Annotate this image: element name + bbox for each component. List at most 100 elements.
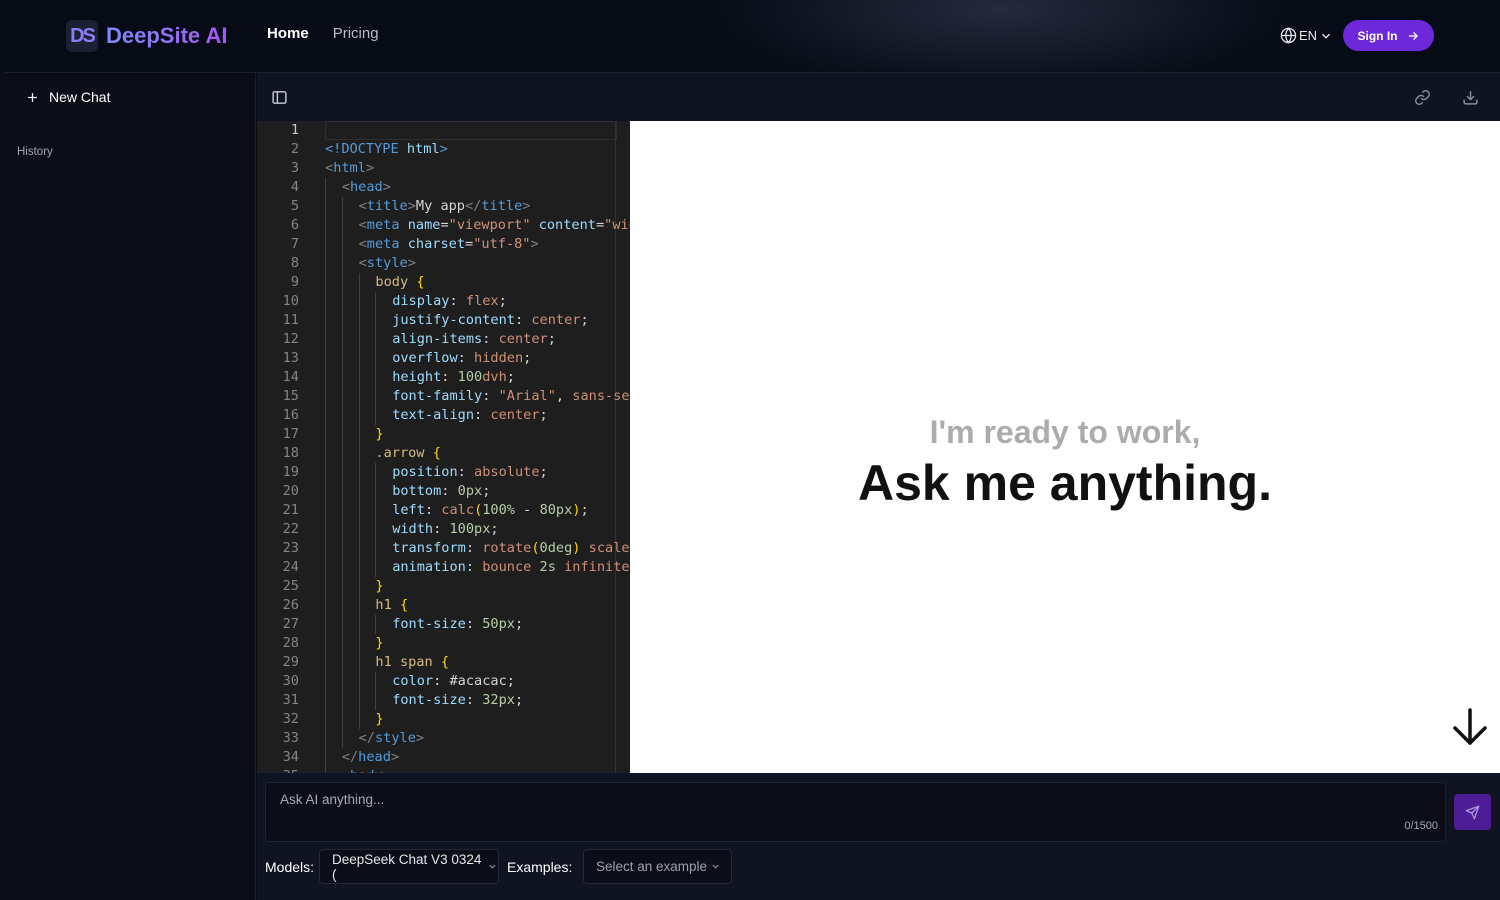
- code-line[interactable]: 9 body {: [257, 273, 630, 292]
- code-line[interactable]: 8 <style>: [257, 254, 630, 273]
- code-line[interactable]: 32}: [257, 710, 630, 729]
- indent-guide: [341, 330, 343, 349]
- code-line[interactable]: 25}: [257, 577, 630, 596]
- code-line[interactable]: 19 position: absolute;: [257, 463, 630, 482]
- indent-guide: [358, 520, 360, 539]
- code-line[interactable]: 18 .arrow {: [257, 444, 630, 463]
- code-token: :: [433, 521, 450, 537]
- indent-guide: [325, 672, 326, 691]
- new-chat-button[interactable]: New Chat: [25, 89, 110, 105]
- code-token: 100%: [482, 502, 515, 518]
- code-line[interactable]: 5 <title>My app</title>: [257, 197, 630, 216]
- indent-guide: [341, 311, 343, 330]
- code-line[interactable]: 30 color: #acacac;: [257, 672, 630, 691]
- code-line[interactable]: 20 bottom: 0px;: [257, 482, 630, 501]
- code-line[interactable]: 10 display: flex;: [257, 292, 630, 311]
- brand-logo[interactable]: DS DeepSite AI: [66, 20, 227, 52]
- code-line[interactable]: 21 left: calc(100% - 80px);: [257, 501, 630, 520]
- send-button[interactable]: [1454, 794, 1491, 830]
- code-text: font-family: "Arial", sans-serif;: [392, 387, 630, 406]
- code-token: calc: [441, 502, 475, 518]
- code-token: height: [392, 369, 442, 385]
- indent-guide: [325, 558, 326, 577]
- code-token: My app: [415, 198, 465, 214]
- code-editor[interactable]: 1 2 <!DOCTYPE html> 3 <html> 4 <head> 5 <title>M…: [257, 121, 630, 773]
- indent-guide: [341, 463, 343, 482]
- code-line[interactable]: 26 h1 {: [257, 596, 630, 615]
- code-line[interactable]: 33 </style>: [257, 729, 630, 748]
- code-line[interactable]: 2 <!DOCTYPE html>: [257, 140, 630, 159]
- code-line[interactable]: 29 h1 span {: [257, 653, 630, 672]
- code-line[interactable]: 14 height: 100dvh;: [257, 368, 630, 387]
- indent-guide: [375, 520, 377, 539]
- code-token: font-size: [392, 692, 466, 708]
- code-token: >: [530, 236, 539, 252]
- nav-link-pricing[interactable]: Pricing: [333, 25, 379, 42]
- indent-guide: [375, 349, 377, 368]
- indent-guide: [325, 387, 326, 406]
- line-number: 5: [290, 198, 299, 214]
- link-icon[interactable]: [1414, 89, 1431, 106]
- code-line[interactable]: 31 font-size: 32px;: [257, 691, 630, 710]
- code-line[interactable]: 7 <meta charset="utf-8">: [257, 235, 630, 254]
- sign-in-button[interactable]: Sign In: [1343, 20, 1434, 51]
- code-line[interactable]: 1: [257, 121, 630, 140]
- code-line[interactable]: 6<meta name="viewport" content="width=de…: [257, 216, 630, 235]
- code-token: ;: [539, 464, 548, 480]
- code-token: :: [457, 464, 475, 480]
- code-line[interactable]: 16 text-align: center;: [257, 406, 630, 425]
- code-token: >: [415, 730, 425, 746]
- prompt-input[interactable]: [278, 791, 1382, 808]
- indent-guide: [375, 501, 377, 520]
- sidebar-toggle-icon[interactable]: [271, 89, 288, 106]
- code-line[interactable]: 22 width: 100px;: [257, 520, 630, 539]
- code-line[interactable]: 35 <body>: [257, 767, 630, 773]
- line-number: 25: [282, 578, 299, 594]
- code-line[interactable]: 4 <head>: [257, 178, 630, 197]
- indent-guide: [325, 444, 326, 463]
- send-icon: [1465, 805, 1480, 819]
- code-token: "viewport": [448, 217, 531, 233]
- code-token: "Arial": [498, 388, 556, 404]
- indent-guide: [375, 539, 377, 558]
- code-token: left: [392, 502, 425, 518]
- line-number: 35: [257, 767, 299, 773]
- line-number: 16: [282, 407, 299, 423]
- indent-guide: [375, 558, 377, 577]
- indent-guide: [325, 482, 326, 501]
- code-token: 100: [457, 369, 483, 385]
- code-line[interactable]: 3 <html>: [257, 159, 630, 178]
- code-token: }: [375, 711, 384, 727]
- code-line[interactable]: 17}: [257, 425, 630, 444]
- language-selector[interactable]: EN: [1280, 27, 1333, 44]
- ds-logo-icon: DS: [66, 20, 98, 52]
- code-line[interactable]: 28}: [257, 634, 630, 653]
- code-token: 80px: [539, 502, 573, 518]
- code-text: transform: rotate(0deg) scale(-1): [392, 539, 630, 558]
- code-token: :: [465, 540, 483, 556]
- download-icon[interactable]: [1462, 89, 1479, 106]
- code-line[interactable]: 23transform: rotate(0deg) scale(-1): [257, 539, 630, 558]
- code-text: font-size: 32px;: [392, 691, 523, 710]
- code-line[interactable]: 11 justify-content: center;: [257, 311, 630, 330]
- code-line[interactable]: 27 font-size: 50px;: [257, 615, 630, 634]
- line-number: 15: [282, 388, 299, 404]
- nav-link-home[interactable]: Home: [267, 25, 309, 42]
- code-line[interactable]: 24 animation: bounce 2s infinite;: [257, 558, 630, 577]
- code-token: :: [433, 673, 450, 689]
- code-line[interactable]: 34 </head>: [257, 748, 630, 767]
- indent-guide: [341, 501, 343, 520]
- code-line[interactable]: 15 font-family: "Arial", sans-serif;: [257, 387, 630, 406]
- code-token: scale: [588, 540, 630, 556]
- code-token: :: [482, 331, 499, 347]
- code-line[interactable]: 13 overflow: hidden;: [257, 349, 630, 368]
- code-token: justify-content: [392, 312, 515, 328]
- code-line[interactable]: 12 align-items: center;: [257, 330, 630, 349]
- line-number: 29: [282, 654, 299, 670]
- model-select[interactable]: DeepSeek Chat V3 0324 (: [319, 849, 499, 884]
- examples-select[interactable]: Select an example: [583, 849, 732, 884]
- code-token: }: [375, 635, 384, 651]
- globe-icon: [1280, 27, 1297, 44]
- indent-guide: [341, 273, 343, 292]
